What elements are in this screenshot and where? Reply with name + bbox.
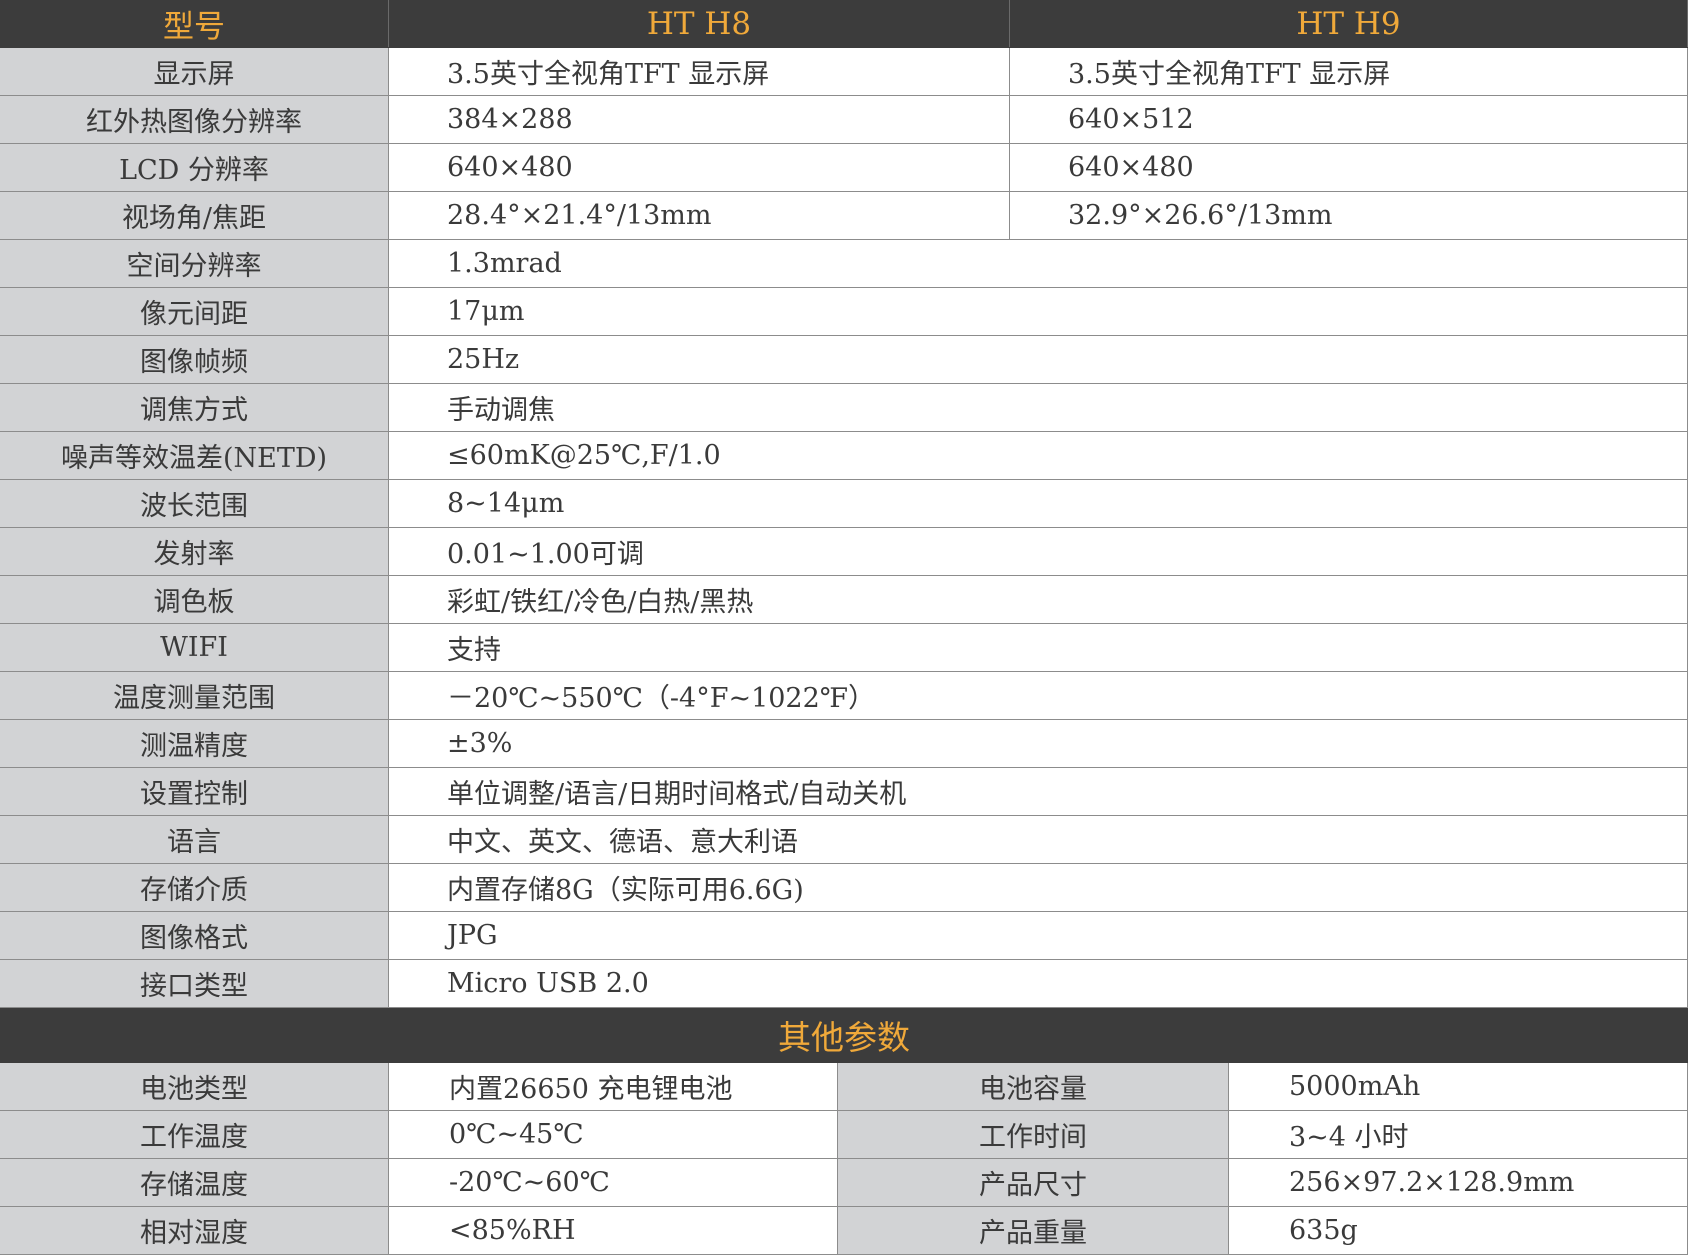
other-value-left: <85%RH bbox=[389, 1207, 838, 1254]
other-value-left: 0℃~45℃ bbox=[389, 1111, 838, 1158]
table-row: 红外热图像分辨率 384×288 640×512 bbox=[0, 96, 1688, 144]
table-row: 存储介质 内置存储8G（实际可用6.6G) bbox=[0, 864, 1688, 912]
spec-label: WIFI bbox=[0, 624, 389, 671]
spec-label: 视场角/焦距 bbox=[0, 192, 389, 239]
spec-label: 波长范围 bbox=[0, 480, 389, 527]
h9-value: 3.5英寸全视角TFT 显示屏 bbox=[1010, 48, 1688, 95]
other-value-right: 5000mAh bbox=[1229, 1063, 1688, 1110]
other-value-left: -20℃~60℃ bbox=[389, 1159, 838, 1206]
table-row: LCD 分辨率 640×480 640×480 bbox=[0, 144, 1688, 192]
spec-label: 发射率 bbox=[0, 528, 389, 575]
spec-label: LCD 分辨率 bbox=[0, 144, 389, 191]
table-row: 噪声等效温差(NETD) ≤60mK@25℃,F/1.0 bbox=[0, 432, 1688, 480]
spec-label: 语言 bbox=[0, 816, 389, 863]
table-row: 语言 中文、英文、德语、意大利语 bbox=[0, 816, 1688, 864]
spec-value: Micro USB 2.0 bbox=[389, 960, 1688, 1007]
other-label-left: 存储温度 bbox=[0, 1159, 389, 1206]
spec-value: 0.01~1.00可调 bbox=[389, 528, 1688, 575]
table-row: 测温精度 ±3% bbox=[0, 720, 1688, 768]
spec-label: 红外热图像分辨率 bbox=[0, 96, 389, 143]
spec-label: 显示屏 bbox=[0, 48, 389, 95]
table-row: WIFI 支持 bbox=[0, 624, 1688, 672]
model-header-label: 型号 bbox=[0, 0, 389, 47]
common-rows: 空间分辨率 1.3mrad 像元间距 17μm 图像帧频 25Hz 调焦方式 手动调焦 噪声等效… bbox=[0, 240, 1688, 1008]
h8-value: 3.5英寸全视角TFT 显示屏 bbox=[389, 48, 1010, 95]
h9-value: 32.9°×26.6°/13mm bbox=[1010, 192, 1688, 239]
spec-value: JPG bbox=[389, 912, 1688, 959]
other-value-right: 256×97.2×128.9mm bbox=[1229, 1159, 1688, 1206]
spec-label: 调色板 bbox=[0, 576, 389, 623]
other-label-left: 电池类型 bbox=[0, 1063, 389, 1110]
spec-label: 测温精度 bbox=[0, 720, 389, 767]
table-row: 像元间距 17μm bbox=[0, 288, 1688, 336]
table-row: 存储温度 -20℃~60℃ 产品尺寸 256×97.2×128.9mm bbox=[0, 1159, 1688, 1207]
other-rows: 电池类型 内置26650 充电锂电池 电池容量 5000mAh 工作温度 0℃~45℃ 工作… bbox=[0, 1063, 1688, 1255]
spec-table: 型号 HT H8 HT H9 显示屏 3.5英寸全视角TFT 显示屏 3.5英寸全视… bbox=[0, 0, 1688, 1255]
model-h8-header: HT H8 bbox=[389, 0, 1010, 47]
other-label-left: 工作温度 bbox=[0, 1111, 389, 1158]
other-value-right: 3~4 小时 bbox=[1229, 1111, 1688, 1158]
spec-value: 17μm bbox=[389, 288, 1688, 335]
spec-label: 图像帧频 bbox=[0, 336, 389, 383]
spec-value: 手动调焦 bbox=[389, 384, 1688, 431]
spec-value: 内置存储8G（实际可用6.6G) bbox=[389, 864, 1688, 911]
table-row: 调色板 彩虹/铁红/冷色/白热/黑热 bbox=[0, 576, 1688, 624]
spec-value: 1.3mrad bbox=[389, 240, 1688, 287]
spec-value: 彩虹/铁红/冷色/白热/黑热 bbox=[389, 576, 1688, 623]
table-row: 空间分辨率 1.3mrad bbox=[0, 240, 1688, 288]
other-label-right: 电池容量 bbox=[838, 1063, 1229, 1110]
table-row: 图像格式 JPG bbox=[0, 912, 1688, 960]
spec-label: 温度测量范围 bbox=[0, 672, 389, 719]
spec-value: ±3% bbox=[389, 720, 1688, 767]
section-title: 其他参数 bbox=[778, 1018, 910, 1057]
h8-value: 28.4°×21.4°/13mm bbox=[389, 192, 1010, 239]
table-row: 电池类型 内置26650 充电锂电池 电池容量 5000mAh bbox=[0, 1063, 1688, 1111]
spec-value: 支持 bbox=[389, 624, 1688, 671]
table-header-row: 型号 HT H8 HT H9 bbox=[0, 0, 1688, 48]
table-row: 温度测量范围 －20℃~550℃（-4°F~1022℉） bbox=[0, 672, 1688, 720]
model-h9-header: HT H9 bbox=[1010, 0, 1688, 47]
table-row: 接口类型 Micro USB 2.0 bbox=[0, 960, 1688, 1008]
other-label-left: 相对湿度 bbox=[0, 1207, 389, 1254]
split-rows: 显示屏 3.5英寸全视角TFT 显示屏 3.5英寸全视角TFT 显示屏 红外热图像分辨… bbox=[0, 48, 1688, 240]
spec-label: 图像格式 bbox=[0, 912, 389, 959]
spec-label: 空间分辨率 bbox=[0, 240, 389, 287]
table-row: 显示屏 3.5英寸全视角TFT 显示屏 3.5英寸全视角TFT 显示屏 bbox=[0, 48, 1688, 96]
h8-value: 640×480 bbox=[389, 144, 1010, 191]
table-row: 发射率 0.01~1.00可调 bbox=[0, 528, 1688, 576]
table-row: 工作温度 0℃~45℃ 工作时间 3~4 小时 bbox=[0, 1111, 1688, 1159]
other-label-right: 工作时间 bbox=[838, 1111, 1229, 1158]
table-row: 视场角/焦距 28.4°×21.4°/13mm 32.9°×26.6°/13mm bbox=[0, 192, 1688, 240]
spec-value: －20℃~550℃（-4°F~1022℉） bbox=[389, 672, 1688, 719]
table-row: 设置控制 单位调整/语言/日期时间格式/自动关机 bbox=[0, 768, 1688, 816]
h9-value: 640×480 bbox=[1010, 144, 1688, 191]
spec-value: 8~14μm bbox=[389, 480, 1688, 527]
spec-label: 噪声等效温差(NETD) bbox=[0, 432, 389, 479]
spec-label: 接口类型 bbox=[0, 960, 389, 1007]
other-label-right: 产品重量 bbox=[838, 1207, 1229, 1254]
spec-value: ≤60mK@25℃,F/1.0 bbox=[389, 432, 1688, 479]
spec-value: 中文、英文、德语、意大利语 bbox=[389, 816, 1688, 863]
other-value-right: 635g bbox=[1229, 1207, 1688, 1254]
table-row: 图像帧频 25Hz bbox=[0, 336, 1688, 384]
other-value-left: 内置26650 充电锂电池 bbox=[389, 1063, 838, 1110]
other-params-section-header: 其他参数 bbox=[0, 1008, 1688, 1063]
spec-label: 设置控制 bbox=[0, 768, 389, 815]
table-row: 波长范围 8~14μm bbox=[0, 480, 1688, 528]
other-label-right: 产品尺寸 bbox=[838, 1159, 1229, 1206]
h8-value: 384×288 bbox=[389, 96, 1010, 143]
table-row: 调焦方式 手动调焦 bbox=[0, 384, 1688, 432]
spec-label: 像元间距 bbox=[0, 288, 389, 335]
spec-value: 单位调整/语言/日期时间格式/自动关机 bbox=[389, 768, 1688, 815]
spec-value: 25Hz bbox=[389, 336, 1688, 383]
table-row: 相对湿度 <85%RH 产品重量 635g bbox=[0, 1207, 1688, 1255]
h9-value: 640×512 bbox=[1010, 96, 1688, 143]
spec-label: 调焦方式 bbox=[0, 384, 389, 431]
spec-label: 存储介质 bbox=[0, 864, 389, 911]
